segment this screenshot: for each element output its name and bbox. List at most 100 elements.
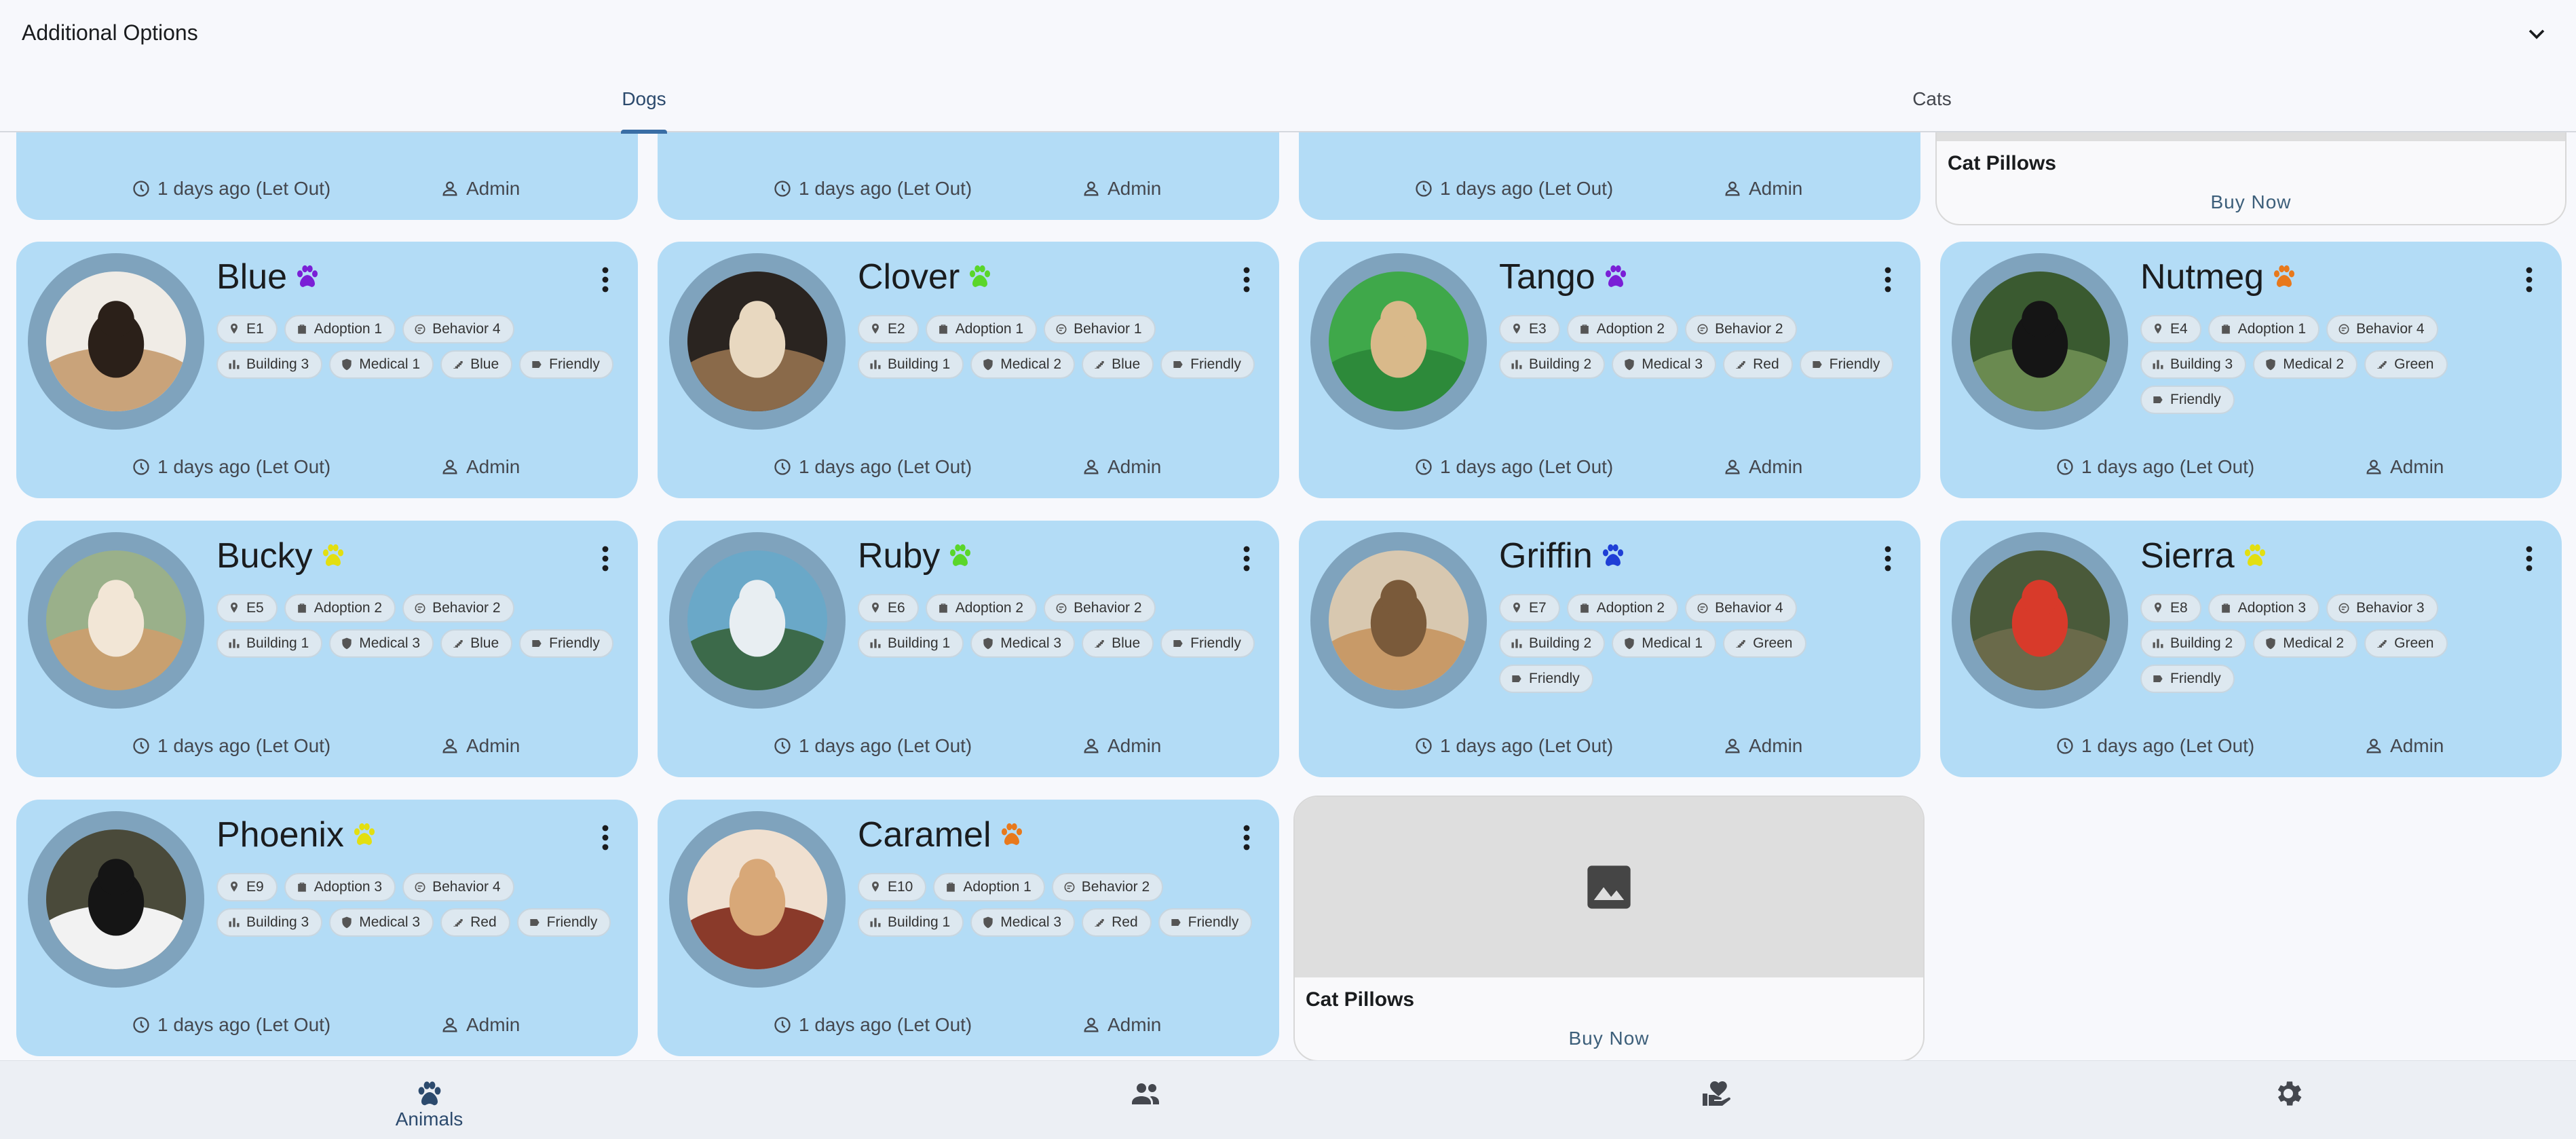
attribute-chip: Friendly <box>2140 665 2235 693</box>
nav-settings[interactable] <box>1966 1061 2576 1139</box>
animal-card[interactable]: Sierra E8 Adoption 3 Behavior 3 Building 2 Me… <box>1940 521 2562 777</box>
paw-icon <box>418 1081 440 1106</box>
animal-photo <box>687 272 827 411</box>
chip-icon <box>1056 603 1067 614</box>
more-vert-icon[interactable] <box>1241 824 1252 851</box>
more-vert-icon[interactable] <box>600 266 611 293</box>
attribute-chips: E6 Adoption 2 Behavior 2 Building 1 Medical … <box>858 594 1265 658</box>
more-vert-icon[interactable] <box>1241 266 1252 293</box>
animal-photo <box>687 829 827 969</box>
nav-people[interactable] <box>823 1061 1467 1139</box>
more-vert-icon[interactable] <box>2524 266 2535 293</box>
chip-icon <box>229 639 240 648</box>
chip-icon <box>872 602 879 613</box>
chip-icon <box>870 639 881 648</box>
animal-avatar[interactable] <box>28 253 204 430</box>
handler-name: Admin <box>1107 1014 1162 1035</box>
chip-icon <box>529 919 539 926</box>
chip-label: Red <box>1112 914 1138 930</box>
chevron-down-icon[interactable] <box>2523 20 2550 48</box>
animal-card[interactable]: Nutmeg E4 Adoption 1 Behavior 4 Building 3 Me… <box>1940 242 2562 498</box>
animal-name-row: Phoenix <box>216 815 379 855</box>
nav-volunteer[interactable] <box>1395 1061 2039 1139</box>
tab-label: Dogs <box>622 88 666 109</box>
tab-bar: Dogs Cats <box>0 68 2576 134</box>
animal-avatar[interactable] <box>28 811 204 988</box>
buy-now-button[interactable]: Buy Now <box>1937 191 2565 213</box>
animal-avatar[interactable] <box>1310 253 1487 430</box>
more-vert-icon[interactable] <box>600 545 611 572</box>
paw-icon <box>2244 544 2265 566</box>
attribute-chip: Behavior 4 <box>402 873 514 901</box>
card-footer: 1 days ago (Let Out) Admin <box>16 178 638 205</box>
attribute-chip: Building 3 <box>216 350 323 379</box>
animal-avatar[interactable] <box>1952 532 2128 709</box>
chip-icon <box>1511 360 1522 369</box>
additional-options-bar[interactable]: Additional Options <box>0 0 2576 68</box>
more-vert-icon[interactable] <box>1882 545 1893 572</box>
chip-label: Behavior 2 <box>1715 321 1783 337</box>
more-vert-icon[interactable] <box>1882 266 1893 293</box>
animal-card[interactable]: Blue E1 Adoption 1 Behavior 4 Building 3 Medi… <box>16 242 638 498</box>
animal-avatar[interactable] <box>669 811 846 988</box>
animal-card[interactable]: Ruby E6 Adoption 2 Behavior 2 Building 1 Medi… <box>658 521 1279 777</box>
tab-cats[interactable]: Cats <box>1288 68 2576 132</box>
card-footer: 1 days ago (Let Out) Admin <box>1299 735 1920 762</box>
chip-icon <box>2266 358 2275 371</box>
card-footer: 1 days ago (Let Out) Admin <box>16 735 638 762</box>
animal-name: Nutmeg <box>2140 257 2265 297</box>
chip-label: E1 <box>246 321 264 337</box>
attribute-chip: E6 <box>858 594 919 622</box>
animal-card[interactable]: Caramel E10 Adoption 1 Behavior 2 Building 1… <box>658 800 1279 1056</box>
animal-avatar[interactable] <box>1952 253 2128 430</box>
chip-label: Green <box>2394 356 2434 372</box>
chip-label: Friendly <box>2170 392 2221 407</box>
animal-card[interactable]: Tango E3 Adoption 2 Behavior 2 Building 2 Med… <box>1299 242 1920 498</box>
chip-label: Medical 3 <box>1000 635 1062 651</box>
handler-name: Admin <box>2390 735 2444 756</box>
chip-label: Behavior 4 <box>432 879 501 895</box>
chip-label: Friendly <box>1190 356 1241 372</box>
clock-icon <box>133 1017 149 1033</box>
more-vert-icon[interactable] <box>2524 545 2535 572</box>
last-out-time: 1 days ago (Let Out) <box>157 1014 331 1035</box>
chip-icon <box>532 640 542 647</box>
attribute-chip: Medical 3 <box>970 908 1076 937</box>
chip-label: Medical 2 <box>1000 356 1062 372</box>
attribute-chip: Adoption 1 <box>933 873 1045 901</box>
attribute-chip: Red <box>440 908 510 937</box>
tab-dogs[interactable]: Dogs <box>0 68 1288 134</box>
chip-icon <box>453 361 463 369</box>
animal-avatar[interactable] <box>669 532 846 709</box>
chip-label: Adoption 1 <box>955 321 1024 337</box>
animal-card[interactable]: Griffin E7 Adoption 2 Behavior 4 Building 2 M… <box>1299 521 1920 777</box>
handler-name: Admin <box>466 735 520 756</box>
animal-card[interactable]: Phoenix E9 Adoption 3 Behavior 4 Building 3 M… <box>16 800 638 1056</box>
card-footer: 1 days ago (Let Out) Admin <box>1940 456 2562 483</box>
attribute-chip: Green <box>1723 629 1806 658</box>
nav-animals[interactable]: Animals <box>107 1061 751 1139</box>
animal-avatar[interactable] <box>669 253 846 430</box>
more-vert-icon[interactable] <box>1241 545 1252 572</box>
chip-label: Adoption 2 <box>955 600 1024 616</box>
animal-card[interactable]: Bucky E5 Adoption 2 Behavior 2 Building 1 Med… <box>16 521 638 777</box>
buy-now-button[interactable]: Buy Now <box>1295 1028 1923 1049</box>
chip-label: Medical 2 <box>2283 635 2345 651</box>
animal-name-row: Nutmeg <box>2140 257 2299 297</box>
chip-label: Blue <box>470 356 499 372</box>
animal-card[interactable]: Clover E2 Adoption 1 Behavior 1 Building 1 Me… <box>658 242 1279 498</box>
animal-avatar[interactable] <box>1310 532 1487 709</box>
attribute-chip: Building 2 <box>2140 629 2247 658</box>
more-vert-icon[interactable] <box>600 824 611 851</box>
chip-icon <box>1736 640 1745 648</box>
attribute-chip: E5 <box>216 594 278 622</box>
attribute-chip: Medical 3 <box>1612 350 1717 379</box>
attribute-chip: Adoption 2 <box>284 594 396 622</box>
animal-avatar[interactable] <box>28 532 204 709</box>
animal-name-row: Bucky <box>216 536 348 576</box>
animal-photo <box>1970 550 2110 690</box>
card-footer: 1 days ago (Let Out) Admin <box>658 178 1279 205</box>
chip-label: Green <box>1753 635 1793 651</box>
chip-label: Red <box>470 914 497 930</box>
animal-photo <box>46 272 186 411</box>
